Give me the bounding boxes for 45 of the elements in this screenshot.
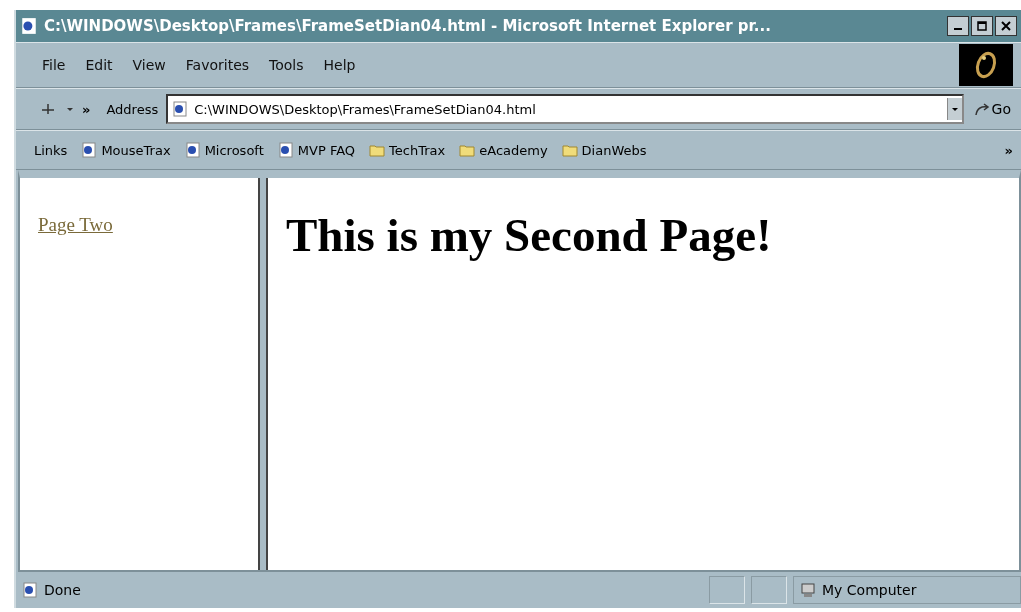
computer-icon <box>800 582 816 598</box>
menu-item[interactable]: Edit <box>85 57 113 73</box>
dropdown-icon[interactable] <box>66 105 74 113</box>
page-icon <box>22 582 38 598</box>
zone-text: My Computer <box>822 582 917 598</box>
links-item[interactable]: DianWebs <box>561 142 647 158</box>
status-panel <box>709 576 745 604</box>
address-label: Address <box>106 101 159 117</box>
browser-logo <box>959 44 1013 86</box>
minimize-icon <box>954 28 962 30</box>
page-heading: This is my Second Page! <box>286 208 773 262</box>
folder-icon <box>561 142 578 158</box>
maximize-button[interactable] <box>971 16 993 36</box>
go-arrow-icon <box>973 101 990 117</box>
folder-icon <box>369 142 386 158</box>
page-icon <box>277 142 294 158</box>
menu-item[interactable]: Help <box>323 57 356 73</box>
links-item[interactable]: TechTrax <box>369 142 446 158</box>
page-icon <box>184 142 201 158</box>
page-icon <box>172 101 189 117</box>
links-label: Links <box>34 142 68 158</box>
window-title: C:\WINDOWS\Desktop\Frames\FrameSetDian04.html - Microsoft Internet Explorer pr... <box>44 17 772 35</box>
minimize-button[interactable] <box>947 16 969 36</box>
status-panel <box>751 576 787 604</box>
links-chevron[interactable]: » <box>1004 142 1013 158</box>
go-button[interactable]: Go <box>971 101 1013 117</box>
menu-item[interactable]: Tools <box>269 57 304 73</box>
links-item[interactable]: MVP FAQ <box>277 142 356 158</box>
dropdown-icon[interactable] <box>950 105 959 113</box>
page-icon <box>20 17 38 35</box>
maximize-icon <box>977 21 987 31</box>
menu-item[interactable]: View <box>132 57 166 73</box>
menu-item[interactable]: File <box>42 57 66 73</box>
links-item[interactable]: Microsoft <box>184 142 264 158</box>
close-icon <box>1001 21 1011 31</box>
close-button[interactable] <box>995 16 1017 36</box>
page-icon <box>81 142 98 158</box>
links-item[interactable]: eAcademy <box>459 142 548 158</box>
address-field[interactable]: C:\WINDOWS\Desktop\Frames\FrameSetDian04.html <box>166 94 964 124</box>
status-text: Done <box>44 582 82 598</box>
page-link[interactable]: Page Two <box>38 214 113 235</box>
toolbar-chevron[interactable]: » <box>82 101 91 117</box>
folder-icon <box>459 142 476 158</box>
links-item[interactable]: MouseTrax <box>81 142 171 158</box>
menu-item[interactable]: Favorites <box>185 57 250 73</box>
